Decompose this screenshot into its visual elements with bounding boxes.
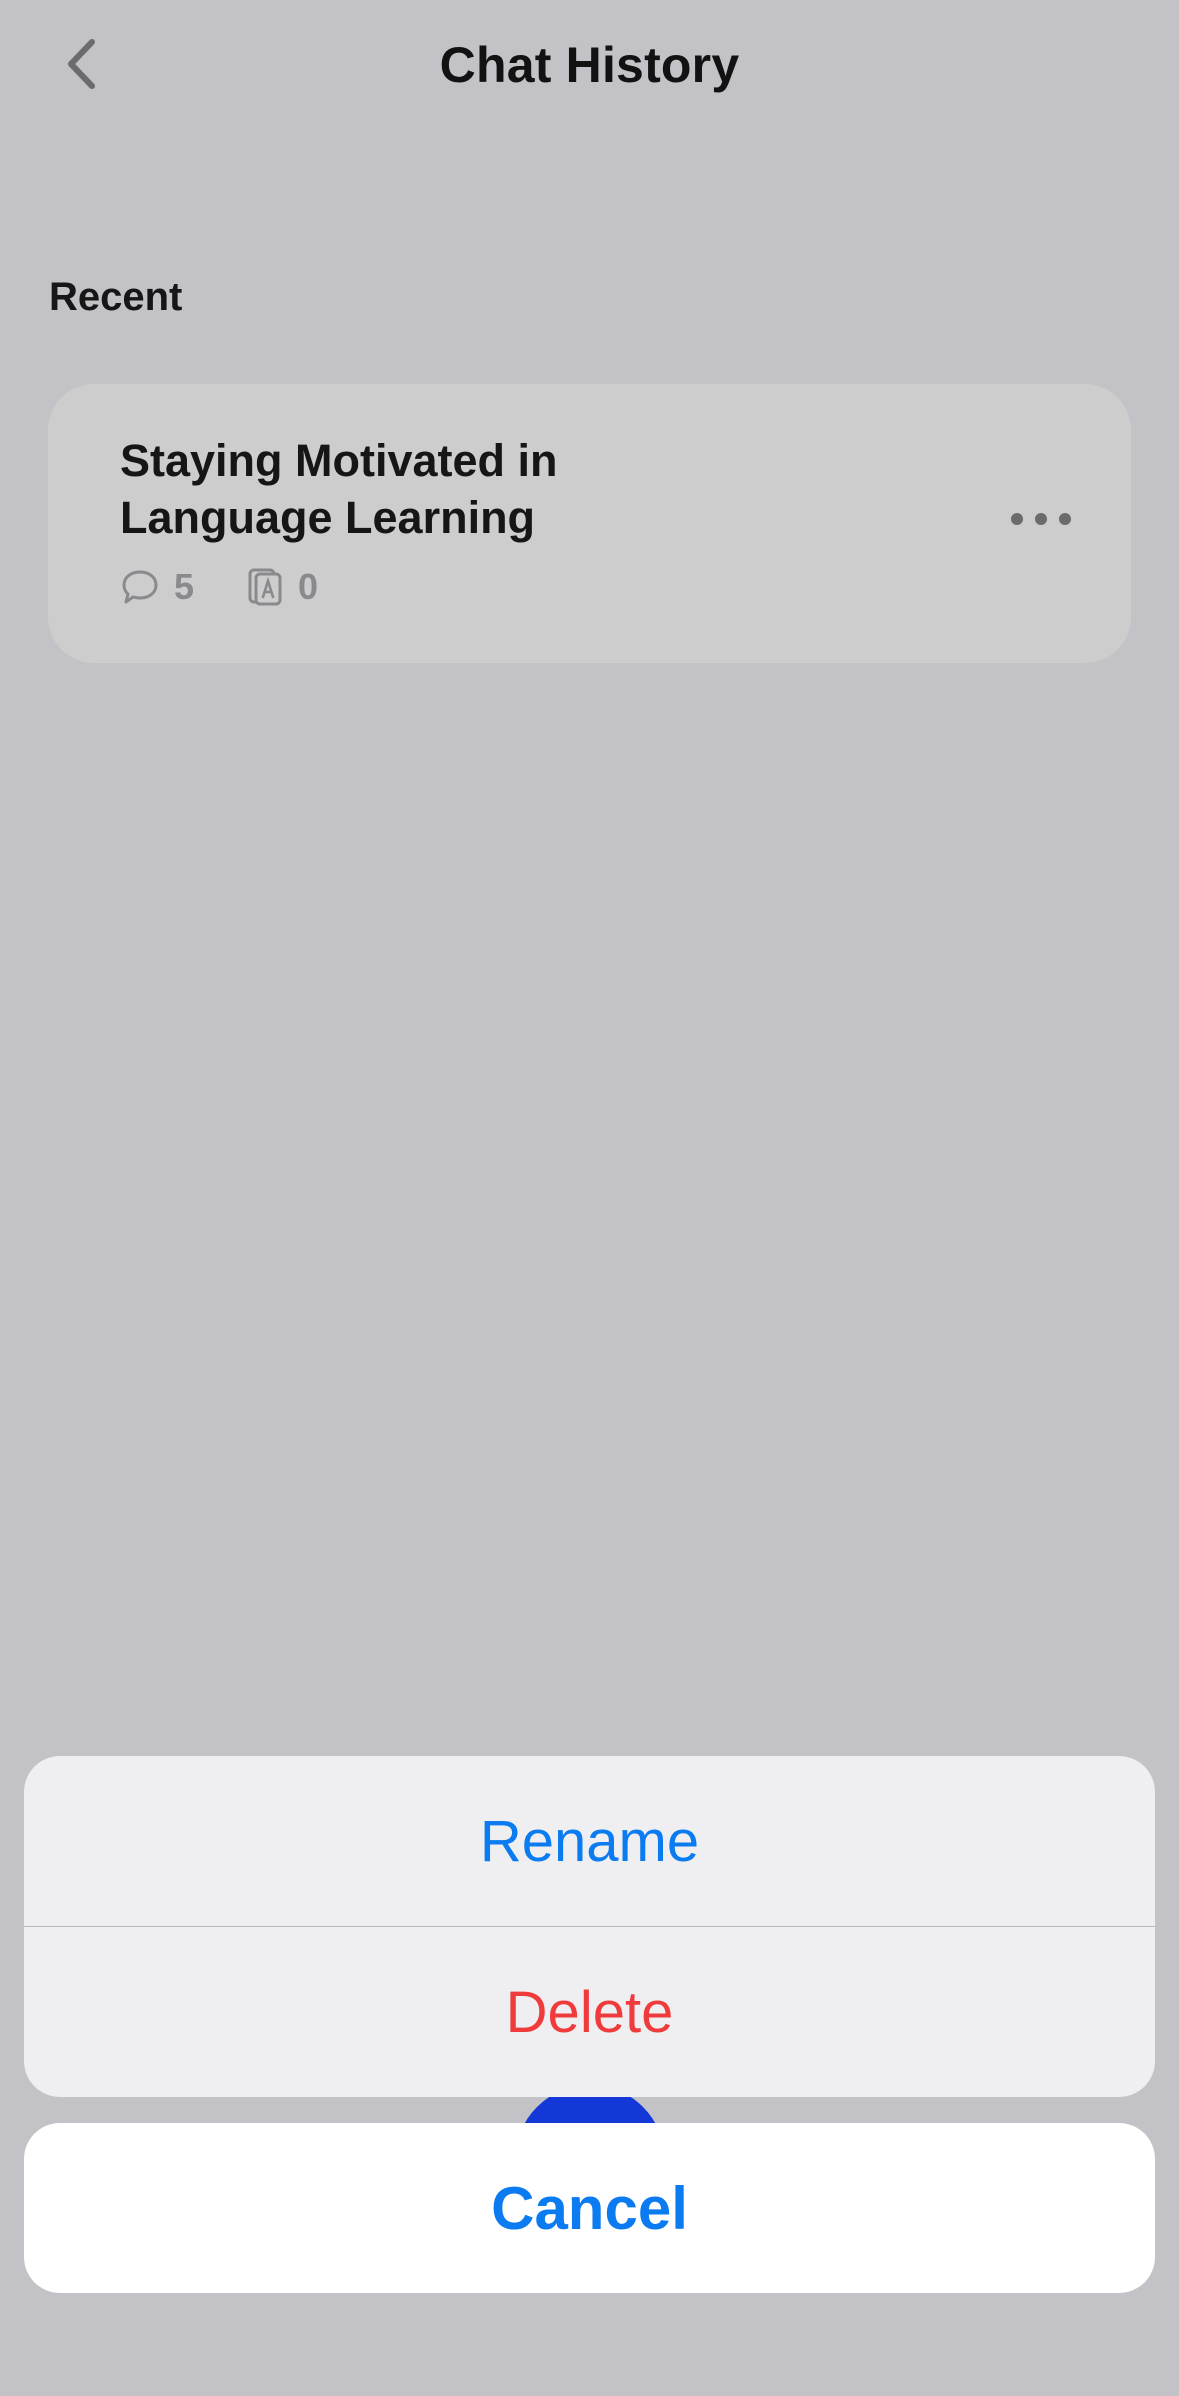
section-title-recent: Recent	[49, 275, 183, 319]
vocab-count: 0	[298, 566, 319, 607]
cancel-button[interactable]: Cancel	[24, 2123, 1155, 2293]
action-sheet: Rename Delete	[24, 1756, 1155, 2097]
flashcard-a-icon	[246, 566, 284, 608]
chat-history-item[interactable]: Staying Motivated in Language Learning 5…	[48, 384, 1131, 663]
page-title: Chat History	[439, 37, 740, 93]
chat-title-line-1: Staying Motivated in	[120, 435, 558, 486]
vocab-count-group: 0	[246, 566, 318, 608]
ellipsis-icon	[1010, 512, 1072, 531]
rename-button[interactable]: Rename	[24, 1756, 1155, 1926]
message-count-group: 5	[120, 566, 194, 608]
more-options-button[interactable]	[1001, 496, 1081, 546]
speech-bubble-icon	[120, 568, 160, 606]
chat-meta: 5 0	[120, 566, 318, 608]
delete-button[interactable]: Delete	[24, 1927, 1155, 2097]
chat-title: Staying Motivated in Language Learning	[120, 432, 880, 546]
message-count: 5	[174, 566, 195, 607]
chat-title-line-2: Language Learning	[120, 492, 536, 543]
